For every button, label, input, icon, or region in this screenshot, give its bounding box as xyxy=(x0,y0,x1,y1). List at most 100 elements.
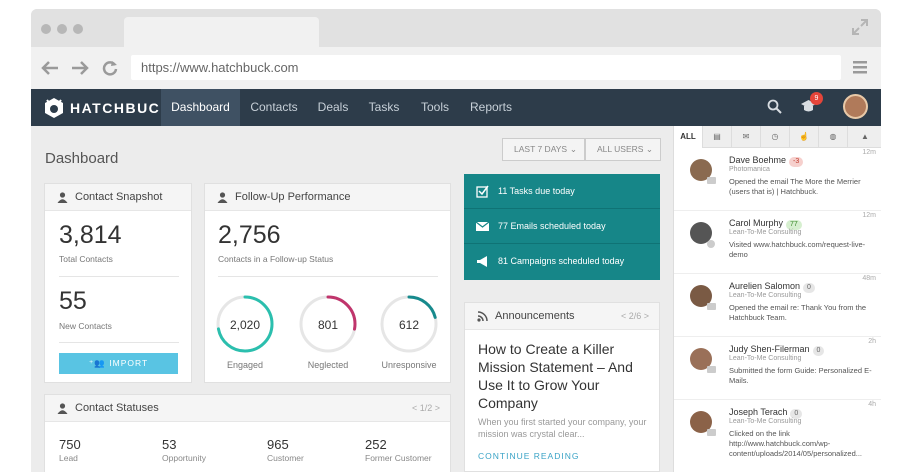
user-avatar[interactable] xyxy=(843,94,868,119)
forward-arrow-icon[interactable] xyxy=(71,60,89,76)
browser-tab[interactable] xyxy=(124,17,319,47)
back-arrow-icon[interactable] xyxy=(41,60,59,76)
contact-company: Lean-To-Me Consulting xyxy=(729,292,802,299)
contact-name-text: Judy Shen-Filerman xyxy=(729,344,810,354)
unresponsive-label: Unresponsive xyxy=(381,360,437,370)
divider xyxy=(59,276,179,277)
checkbox-icon xyxy=(476,185,489,198)
chevron-down-icon: ⌄ xyxy=(569,144,577,154)
filter-users-dropdown[interactable]: ALL USERS ⌄ xyxy=(585,138,661,161)
total-contacts-label: Total Contacts xyxy=(59,254,113,264)
total-contacts-value: 3,814 xyxy=(59,221,122,249)
page-title: Dashboard xyxy=(45,150,119,167)
emails-scheduled-label: 77 Emails scheduled today xyxy=(498,221,606,231)
nav-reports[interactable]: Reports xyxy=(460,89,522,126)
lead-value: 750 xyxy=(59,437,81,452)
emails-scheduled-row[interactable]: 77 Emails scheduled today xyxy=(464,209,660,244)
activity-time: 12m xyxy=(862,149,876,156)
tasks-due-label: 11 Tasks due today xyxy=(498,186,575,196)
browser-window: https://www.hatchbuck.com HATCHBUCK Dash… xyxy=(31,9,881,472)
envelope-icon xyxy=(707,177,716,184)
contact-company: Lean-To-Me Consulting xyxy=(729,355,802,362)
dashboard-main: Dashboard LAST 7 DAYS ⌄ ALL USERS ⌄ Cont… xyxy=(31,126,673,472)
calendar-icon: ▤ xyxy=(713,132,721,141)
nav-tasks[interactable]: Tasks xyxy=(358,89,410,126)
address-bar[interactable]: https://www.hatchbuck.com xyxy=(131,55,841,80)
tab-clicks[interactable]: ☝ xyxy=(790,126,819,148)
person-icon xyxy=(217,192,228,203)
activity-item[interactable]: 4h Joseph Terach 0 Lean-To-Me Consulting … xyxy=(674,401,881,472)
activity-time: 2h xyxy=(868,338,876,345)
form-icon xyxy=(707,366,716,373)
nav-deals[interactable]: Deals xyxy=(308,89,358,126)
divider xyxy=(59,342,179,343)
import-label: IMPORT xyxy=(109,358,149,368)
neglected-value: 801 xyxy=(317,318,339,332)
former-customer-value: 252 xyxy=(365,437,387,452)
hatchbuck-logo-icon xyxy=(45,97,63,118)
continue-reading-link[interactable]: CONTINUE READING xyxy=(478,451,579,461)
customer-label: Customer xyxy=(267,453,304,463)
filter-days-dropdown[interactable]: LAST 7 DAYS ⌄ xyxy=(502,138,585,161)
tab-scheduled-email[interactable]: ◷ xyxy=(761,126,790,148)
campaigns-scheduled-row[interactable]: 81 Campaigns scheduled today xyxy=(464,244,660,279)
pointer-icon: ☝ xyxy=(799,132,809,141)
window-maximize-dot[interactable] xyxy=(73,24,83,34)
engaged-label: Engaged xyxy=(226,360,264,370)
card-header: Contact Snapshot xyxy=(45,184,191,211)
expand-icon[interactable] xyxy=(851,18,869,36)
opportunity-value: 53 xyxy=(162,437,177,452)
nav-dashboard[interactable]: Dashboard xyxy=(161,89,240,126)
tab-alerts[interactable]: ▲ xyxy=(848,126,881,148)
statuses-pager[interactable]: < 1/2 > xyxy=(412,403,440,413)
globe-icon: ◍ xyxy=(829,132,837,141)
activity-text: Clicked on the link http://www.hatchbuck… xyxy=(729,429,863,458)
activity-item[interactable]: 48m Aurelien Salomon 0 Lean-To-Me Consult… xyxy=(674,275,881,337)
filter-users-label: ALL USERS xyxy=(597,144,644,154)
contact-name-text: Aurelien Salomon xyxy=(729,281,801,291)
tab-email[interactable]: ✉ xyxy=(732,126,761,148)
activity-time: 12m xyxy=(862,212,876,219)
filter-days-label: LAST 7 DAYS xyxy=(514,144,568,154)
contact-name-text: Dave Boehme xyxy=(729,155,787,165)
activity-item[interactable]: 2h Judy Shen-Filerman 0 Lean-To-Me Consul… xyxy=(674,338,881,400)
search-icon[interactable] xyxy=(767,99,782,114)
divider xyxy=(218,276,438,277)
follow-up-total-label: Contacts in a Follow-up Status xyxy=(218,254,334,264)
contact-name-text: Carol Murphy xyxy=(729,218,784,228)
follow-up-total-value: 2,756 xyxy=(218,221,281,249)
opportunity-label: Opportunity xyxy=(162,453,206,463)
tasks-due-row[interactable]: 11 Tasks due today xyxy=(464,174,660,209)
activity-text: Visited www.hatchbuck.com/request-live-d… xyxy=(729,240,866,259)
nav-contacts[interactable]: Contacts xyxy=(240,89,308,126)
announcement-headline[interactable]: How to Create a Killer Mission Statement… xyxy=(478,340,650,412)
window-minimize-dot[interactable] xyxy=(57,24,67,34)
contact-company: Photomanica xyxy=(729,166,770,173)
window-close-dot[interactable] xyxy=(41,24,51,34)
activity-time: 4h xyxy=(868,401,876,408)
tab-calendar[interactable]: ▤ xyxy=(703,126,732,148)
activity-item[interactable]: 12m Carol Murphy 77 Lean-To-Me Consulting… xyxy=(674,212,881,274)
new-contacts-label: New Contacts xyxy=(59,321,112,331)
score-badge: -3 xyxy=(789,157,804,167)
reload-icon[interactable] xyxy=(101,60,119,76)
hamburger-menu-icon[interactable] xyxy=(853,61,867,74)
envelope-icon: ✉ xyxy=(742,132,750,141)
tab-all[interactable]: ALL xyxy=(674,126,703,148)
globe-icon xyxy=(707,240,715,248)
nav-tools[interactable]: Tools xyxy=(410,89,460,126)
import-button[interactable]: ⁺👥 IMPORT xyxy=(59,353,178,374)
card-title: Announcements xyxy=(495,310,575,322)
announcements-pager[interactable]: < 2/6 > xyxy=(621,311,649,321)
activity-item[interactable]: 12m Dave Boehme -3 Photomanica Opened the… xyxy=(674,149,881,211)
customer-value: 965 xyxy=(267,437,289,452)
card-header: Follow-Up Performance xyxy=(205,184,450,211)
tab-web[interactable]: ◍ xyxy=(819,126,848,148)
card-title: Follow-Up Performance xyxy=(235,191,351,203)
rss-icon xyxy=(477,311,488,322)
activity-time: 48m xyxy=(862,275,876,282)
envelope-icon xyxy=(707,303,716,310)
hatchbuck-logo[interactable]: HATCHBUCK xyxy=(43,95,172,120)
card-title: Contact Statuses xyxy=(75,402,159,414)
former-customer-label: Former Customer xyxy=(365,453,432,463)
